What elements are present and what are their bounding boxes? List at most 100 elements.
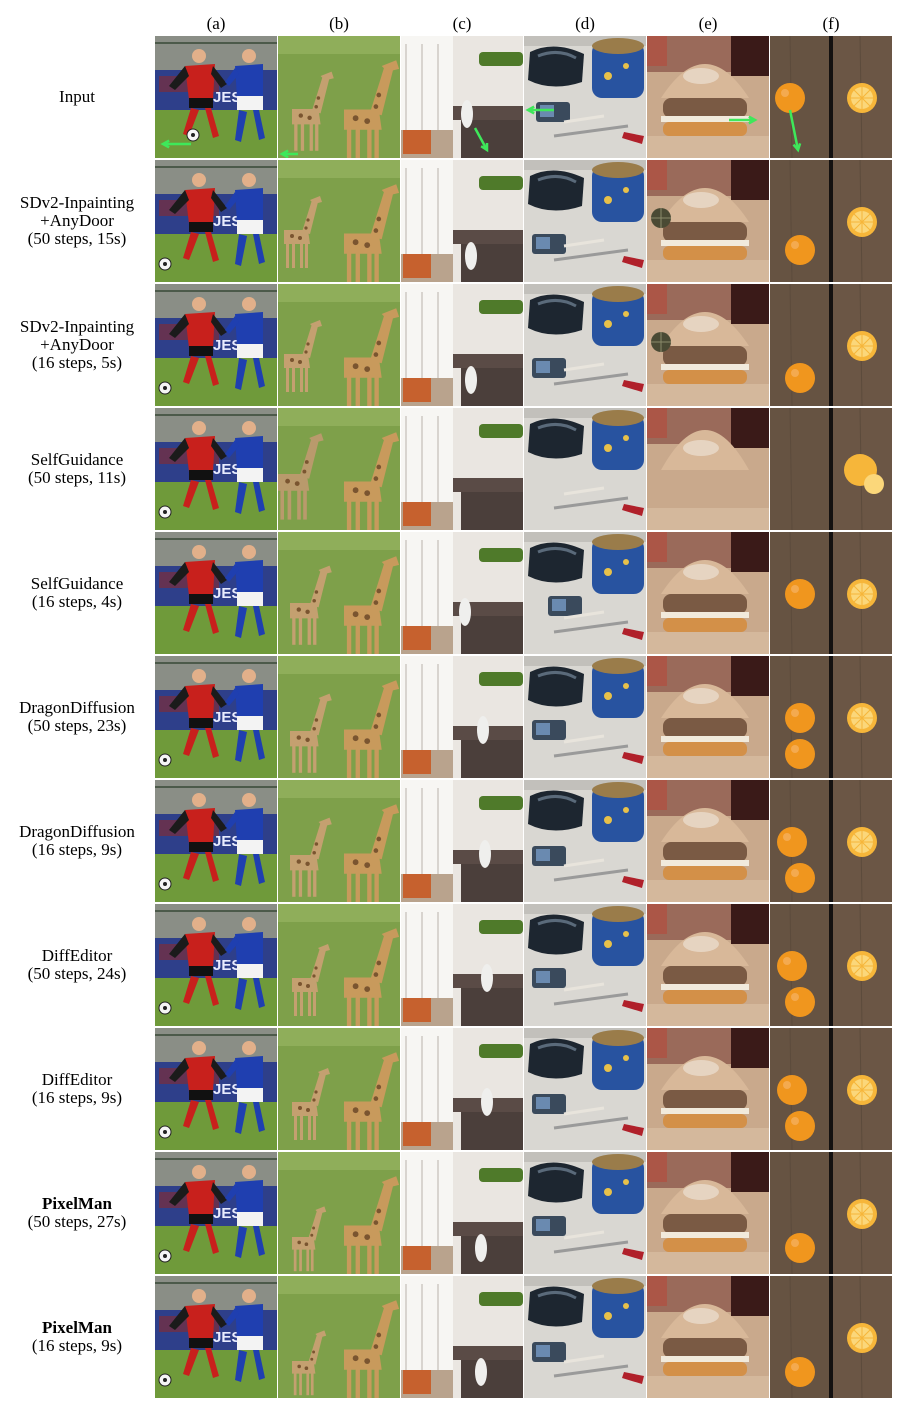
row-label-line: PixelMan xyxy=(42,1318,112,1337)
result-image-phone-and-teacup xyxy=(524,160,646,282)
image-content xyxy=(647,532,769,654)
image-content xyxy=(278,1152,400,1274)
image-content xyxy=(770,36,892,158)
image-content: JESU xyxy=(155,284,277,406)
image-content: JESU xyxy=(155,780,277,902)
image-content xyxy=(770,1028,892,1150)
result-image-soccer-players: JESU xyxy=(155,780,277,902)
image-content: JESU xyxy=(155,532,277,654)
result-image-giraffes xyxy=(278,284,400,406)
row-label: PixelMan (50 steps, 27s) xyxy=(0,1152,154,1274)
row-label-line: +AnyDoor xyxy=(40,211,114,230)
image-content xyxy=(647,408,769,530)
image-content xyxy=(278,36,400,158)
image-content xyxy=(401,532,523,654)
result-image-giraffes xyxy=(278,160,400,282)
row-label-line: (16 steps, 4s) xyxy=(31,592,123,611)
image-content xyxy=(524,656,646,778)
result-image-living-room xyxy=(401,160,523,282)
image-content xyxy=(647,780,769,902)
column-header: (e) xyxy=(698,14,718,33)
image-content: JESU xyxy=(155,160,277,282)
result-image-phone-and-teacup xyxy=(524,408,646,530)
result-image-phone-and-teacup xyxy=(524,532,646,654)
row-label-line: DiffEditor xyxy=(41,1070,113,1089)
row-label: DragonDiffusion (50 steps, 23s) xyxy=(0,656,154,778)
result-image-burger xyxy=(647,284,769,406)
result-image-soccer-players: JESU xyxy=(155,36,277,158)
column-header: (f) xyxy=(822,14,840,33)
image-content xyxy=(647,1152,769,1274)
row-label-line: PixelMan xyxy=(42,1194,112,1213)
result-image-soccer-players: JESU xyxy=(155,284,277,406)
row-label: DragonDiffusion (16 steps, 9s) xyxy=(0,780,154,902)
image-content xyxy=(401,160,523,282)
result-image-giraffes xyxy=(278,1276,400,1398)
column-header: (b) xyxy=(329,14,349,33)
result-image-living-room xyxy=(401,656,523,778)
image-content xyxy=(524,1028,646,1150)
row-label-line: SelfGuidance xyxy=(30,574,124,593)
result-image-phone-and-teacup xyxy=(524,36,646,158)
image-content: JESU xyxy=(155,1276,277,1398)
result-image-orange-on-wood xyxy=(770,408,892,530)
result-image-living-room xyxy=(401,780,523,902)
result-image-burger xyxy=(647,1152,769,1274)
result-image-burger xyxy=(647,408,769,530)
column-header: (d) xyxy=(575,14,595,33)
row-label-line: (16 steps, 9s) xyxy=(31,1088,123,1107)
result-image-living-room xyxy=(401,1152,523,1274)
image-content xyxy=(524,1276,646,1398)
result-image-living-room xyxy=(401,408,523,530)
image-content xyxy=(524,36,646,158)
image-content xyxy=(524,284,646,406)
image-content xyxy=(401,408,523,530)
result-image-phone-and-teacup xyxy=(524,1028,646,1150)
image-content xyxy=(401,284,523,406)
row-label: SDv2-Inpainting +AnyDoor (50 steps, 15s) xyxy=(0,160,154,282)
image-content xyxy=(401,780,523,902)
result-image-burger xyxy=(647,904,769,1026)
comparison-figure: (a) (b) (c) (d) (e) (f) Input SDv2-Inpainting +A… xyxy=(0,0,912,1408)
column-header: (a) xyxy=(206,14,226,33)
image-content xyxy=(647,36,769,158)
result-image-burger xyxy=(647,532,769,654)
image-content xyxy=(278,408,400,530)
image-content xyxy=(770,532,892,654)
image-content xyxy=(278,780,400,902)
result-image-giraffes xyxy=(278,408,400,530)
row-label: SelfGuidance (50 steps, 11s) xyxy=(0,408,154,530)
row-label: PixelMan (16 steps, 9s) xyxy=(0,1276,154,1398)
image-content xyxy=(401,1276,523,1398)
row-label: DiffEditor (16 steps, 9s) xyxy=(0,1028,154,1150)
row-label-line: SelfGuidance xyxy=(30,450,124,469)
row-label-line: +AnyDoor xyxy=(40,335,114,354)
result-image-soccer-players: JESU xyxy=(155,160,277,282)
result-image-phone-and-teacup xyxy=(524,656,646,778)
image-content xyxy=(647,1276,769,1398)
result-image-burger xyxy=(647,1276,769,1398)
image-content xyxy=(401,1152,523,1274)
image-content xyxy=(278,904,400,1026)
result-image-giraffes xyxy=(278,36,400,158)
result-image-soccer-players: JESU xyxy=(155,1276,277,1398)
row-label-line: (50 steps, 11s) xyxy=(27,468,127,487)
image-content xyxy=(278,1028,400,1150)
result-image-soccer-players: JESU xyxy=(155,1028,277,1150)
result-image-orange-on-wood xyxy=(770,532,892,654)
result-image-soccer-players: JESU xyxy=(155,408,277,530)
image-content xyxy=(278,160,400,282)
row-label-line: (50 steps, 23s) xyxy=(27,716,127,735)
result-image-phone-and-teacup xyxy=(524,284,646,406)
result-image-burger xyxy=(647,656,769,778)
result-image-giraffes xyxy=(278,1152,400,1274)
result-image-living-room xyxy=(401,36,523,158)
row-label-line: (16 steps, 5s) xyxy=(31,353,123,372)
row-label-line: SDv2-Inpainting xyxy=(19,193,135,212)
result-image-orange-on-wood xyxy=(770,284,892,406)
image-content xyxy=(278,1276,400,1398)
image-content: JESU xyxy=(155,1028,277,1150)
row-label: DiffEditor (50 steps, 24s) xyxy=(0,904,154,1026)
result-image-orange-on-wood xyxy=(770,160,892,282)
image-content xyxy=(401,656,523,778)
